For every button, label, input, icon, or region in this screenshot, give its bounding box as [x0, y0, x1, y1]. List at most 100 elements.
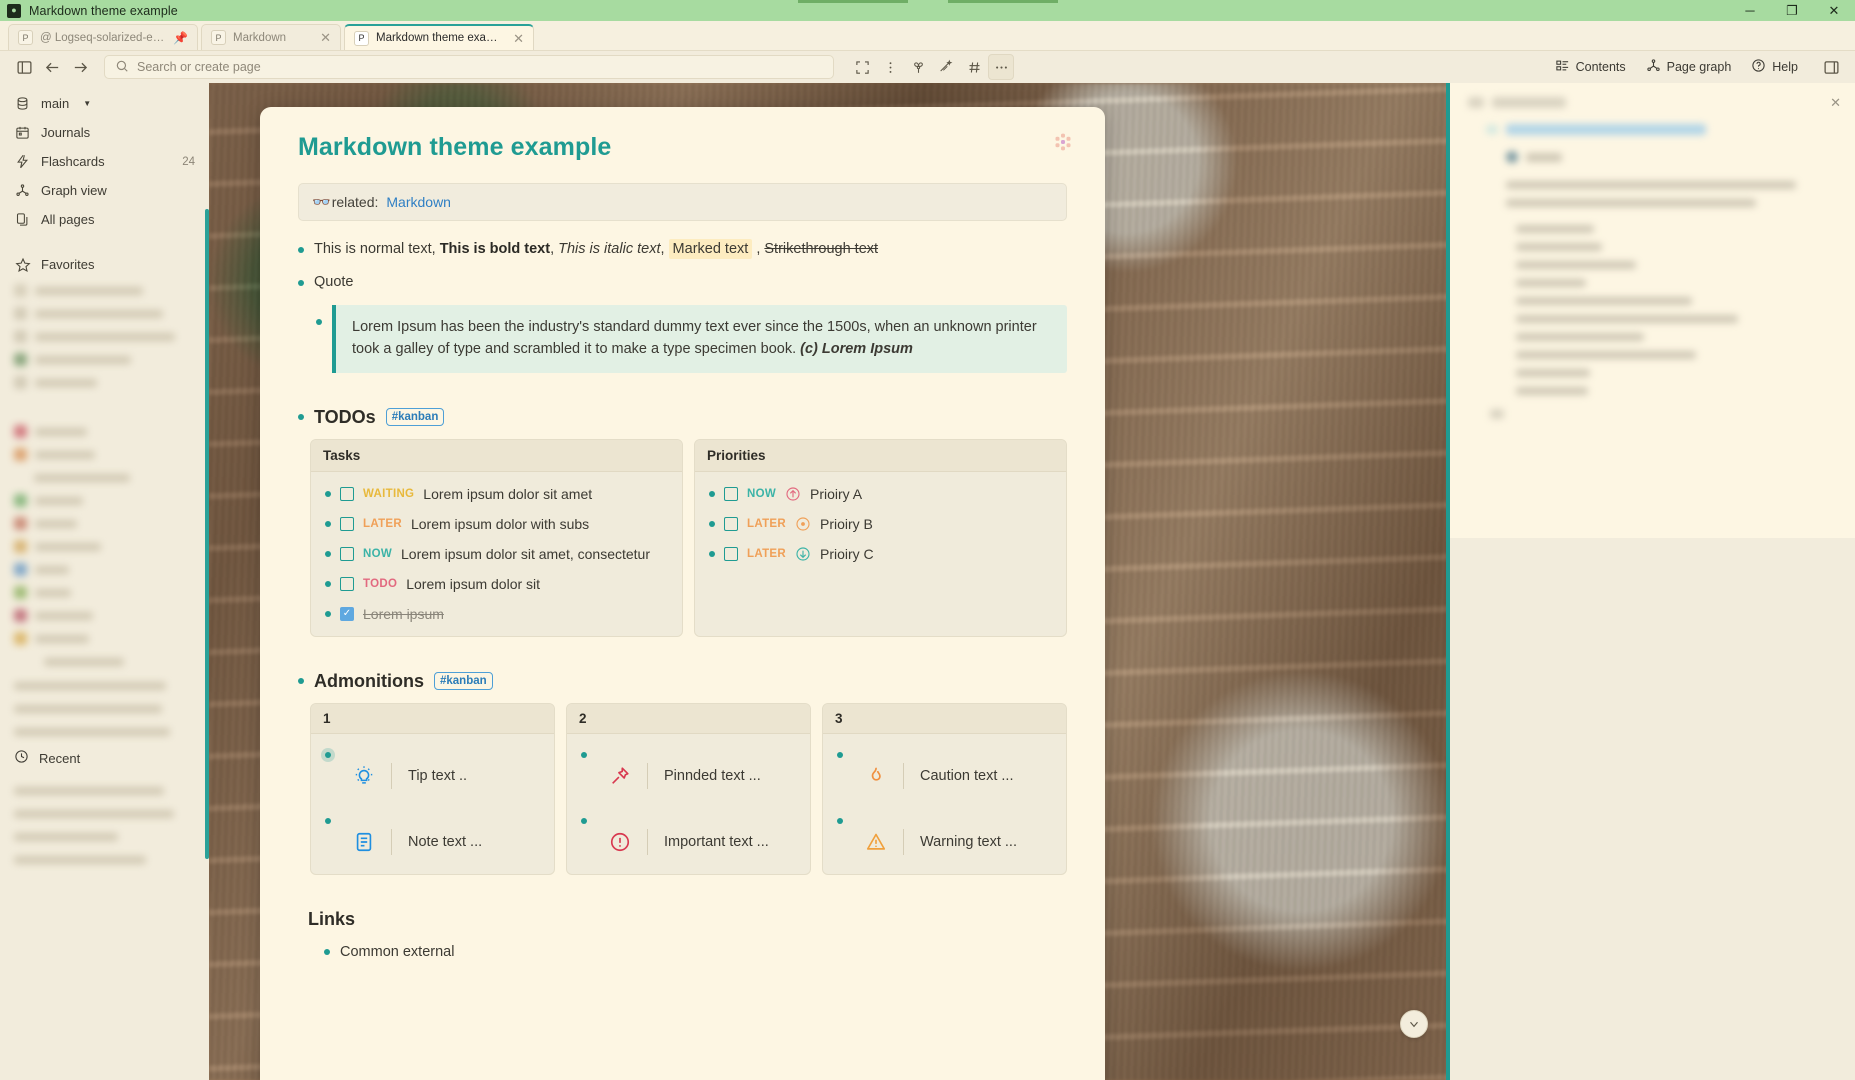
nav-forward-button[interactable]: [66, 54, 94, 80]
task-keyword[interactable]: LATER: [363, 518, 402, 530]
block-quote-label[interactable]: Quote: [298, 272, 1067, 293]
left-panel-toggle-icon[interactable]: [10, 54, 38, 80]
caution-flame-icon: [863, 763, 889, 789]
priority-a-up-arrow-icon[interactable]: [785, 486, 801, 502]
sidebar-item-flashcards[interactable]: Flashcards 24: [0, 147, 209, 176]
task-checkbox[interactable]: [724, 546, 738, 561]
block-bullet[interactable]: [325, 751, 331, 758]
priority-b-dot-icon[interactable]: [795, 516, 811, 532]
kanban-tag[interactable]: #kanban: [434, 671, 493, 691]
admonition-row[interactable]: Pinnded text ...: [581, 749, 798, 789]
task-keyword[interactable]: WAITING: [363, 488, 414, 500]
task-keyword[interactable]: NOW: [363, 548, 392, 560]
maximize-button[interactable]: ❐: [1771, 0, 1813, 21]
chevron-down-icon[interactable]: ▼: [83, 99, 91, 108]
kanban-tag[interactable]: #kanban: [385, 407, 445, 427]
admonition-row[interactable]: Caution text ...: [837, 749, 1054, 789]
right-panel-toggle-icon[interactable]: [1817, 54, 1845, 80]
content-blocks: This is normal text, This is bold text, …: [298, 239, 1067, 960]
minimize-button[interactable]: ─: [1729, 0, 1771, 21]
tab-close-icon[interactable]: ✕: [513, 32, 524, 45]
block-bullet[interactable]: [709, 550, 715, 557]
page-tab-2[interactable]: P Markdown theme example ✕: [344, 24, 534, 50]
property-value-link[interactable]: Markdown: [386, 194, 451, 210]
scroll-to-bottom-button[interactable]: [1400, 1010, 1428, 1038]
nav-back-button[interactable]: [38, 54, 66, 80]
vertical-dots-icon[interactable]: [876, 54, 904, 80]
task-checkbox[interactable]: [340, 486, 354, 501]
task-item[interactable]: LATER Prioiry B: [709, 516, 1054, 532]
admonition-row[interactable]: Important text ...: [581, 815, 798, 855]
task-checkbox[interactable]: [724, 516, 738, 531]
block-bullet[interactable]: [837, 817, 843, 824]
block-bullet[interactable]: [298, 414, 304, 421]
block-bullet[interactable]: [316, 319, 322, 326]
task-checkbox[interactable]: [340, 546, 354, 561]
task-keyword[interactable]: LATER: [747, 518, 786, 530]
block-bullet[interactable]: [325, 580, 331, 587]
task-keyword[interactable]: NOW: [747, 488, 776, 500]
task-checkbox[interactable]: [340, 516, 354, 531]
page-tab-0[interactable]: P @ Logseq-solarized-extend... 📌: [8, 24, 198, 50]
task-item[interactable]: LATER Lorem ipsum dolor with subs: [325, 516, 670, 532]
block-bullet[interactable]: [581, 751, 587, 758]
sidebar-section-recent[interactable]: Recent: [0, 743, 209, 773]
block-bullet[interactable]: [324, 948, 330, 955]
search-input[interactable]: Search or create page: [104, 55, 834, 79]
right-sidebar-contents-panel: ✕: [1450, 83, 1855, 538]
task-keyword[interactable]: LATER: [747, 548, 786, 560]
graph-selector[interactable]: main ▼: [0, 89, 209, 118]
app-logo-icon: ●: [7, 3, 21, 18]
block-bullet[interactable]: [837, 751, 843, 758]
task-item[interactable]: NOW Lorem ipsum dolor sit amet, consecte…: [325, 546, 670, 562]
block-bullet[interactable]: [325, 520, 331, 527]
close-button[interactable]: ✕: [1813, 0, 1855, 21]
page-graph-button[interactable]: Page graph: [1637, 55, 1741, 80]
tab-close-icon[interactable]: ✕: [320, 31, 331, 44]
contents-button[interactable]: Contents: [1546, 55, 1635, 80]
task-checkbox[interactable]: ✓: [340, 606, 354, 621]
fullscreen-icon[interactable]: [848, 54, 876, 80]
task-keyword[interactable]: TODO: [363, 578, 397, 590]
links-sub-item[interactable]: Common external: [324, 944, 1067, 960]
ellipsis-icon[interactable]: [988, 54, 1014, 80]
block-bullet[interactable]: [325, 610, 331, 617]
sidebar-section-favorites[interactable]: Favorites: [0, 250, 209, 279]
admonition-card-title: 3: [823, 703, 1066, 734]
flower-icon[interactable]: [904, 54, 932, 80]
block-bullet[interactable]: [325, 490, 331, 497]
block-bullet[interactable]: [298, 280, 304, 287]
task-item[interactable]: TODO Lorem ipsum dolor sit: [325, 576, 670, 592]
task-item[interactable]: NOW Prioiry A: [709, 486, 1054, 502]
hash-icon[interactable]: [960, 54, 988, 80]
block-bullet[interactable]: [298, 678, 304, 685]
sparkles-icon[interactable]: [932, 54, 960, 80]
section-header-links[interactable]: Links: [298, 909, 1067, 930]
section-header-admonitions[interactable]: Admonitions #kanban: [298, 671, 1067, 692]
task-checkbox[interactable]: [724, 486, 738, 501]
admonition-row[interactable]: Note text ...: [325, 815, 542, 855]
task-item[interactable]: ✓ Lorem ipsum: [325, 606, 670, 622]
admonition-row[interactable]: Warning text ...: [837, 815, 1054, 855]
pin-icon[interactable]: 📌: [173, 31, 188, 45]
block-bullet[interactable]: [709, 490, 715, 497]
priority-c-down-arrow-icon[interactable]: [795, 546, 811, 562]
block-bullet[interactable]: [325, 817, 331, 824]
admonition-row[interactable]: Tip text ..: [325, 749, 542, 789]
block-bullet[interactable]: [325, 550, 331, 557]
page-tab-1[interactable]: P Markdown ✕: [201, 24, 341, 50]
block-bullet[interactable]: [298, 247, 304, 253]
task-item[interactable]: LATER Prioiry C: [709, 546, 1054, 562]
sidebar-item-graph-view[interactable]: Graph view: [0, 176, 209, 205]
section-header-todos[interactable]: TODOs #kanban: [298, 407, 1067, 428]
task-checkbox[interactable]: [340, 576, 354, 591]
task-item[interactable]: WAITING Lorem ipsum dolor sit amet: [325, 486, 670, 502]
help-button[interactable]: Help: [1742, 55, 1807, 80]
sidebar-item-journals[interactable]: Journals: [0, 118, 209, 147]
block-text-sample[interactable]: This is normal text, This is bold text, …: [298, 239, 1067, 260]
block-bullet[interactable]: [581, 817, 587, 824]
close-icon[interactable]: ✕: [1830, 95, 1841, 111]
block-quote[interactable]: Lorem Ipsum has been the industry's stan…: [316, 305, 1067, 373]
sidebar-item-all-pages[interactable]: All pages: [0, 205, 209, 234]
block-bullet[interactable]: [709, 520, 715, 527]
